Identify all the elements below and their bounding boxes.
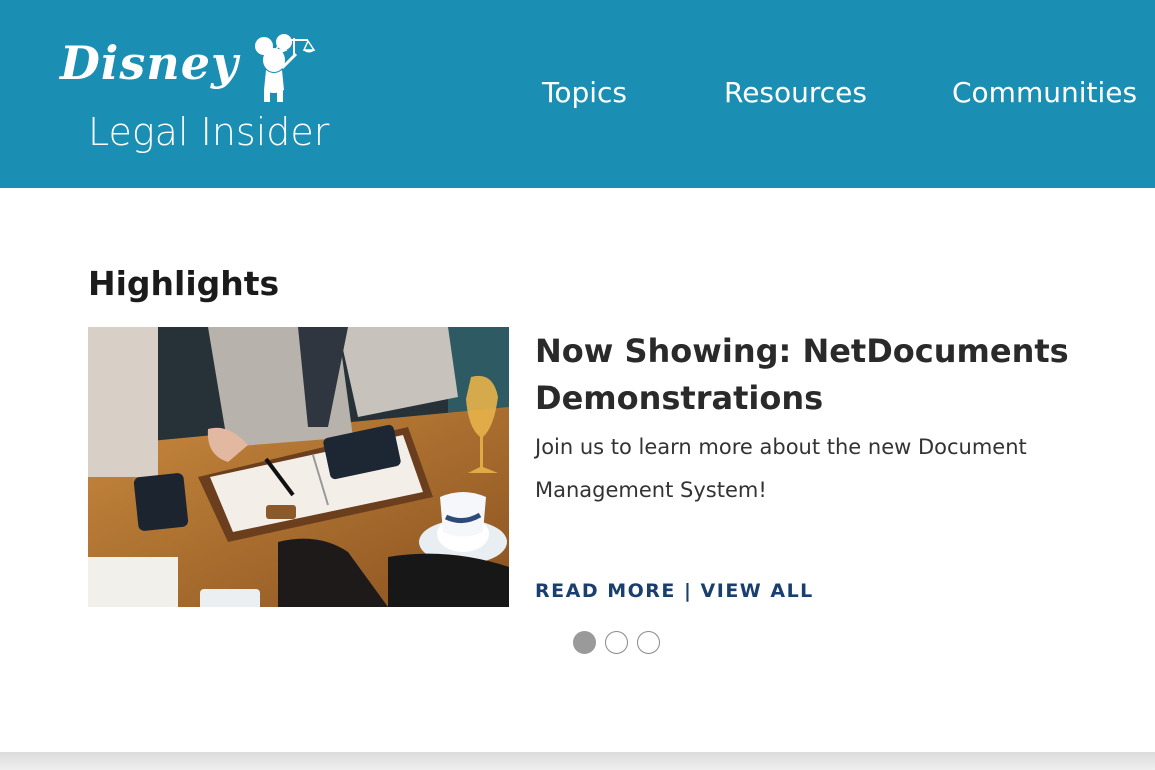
highlight-headline[interactable]: Now Showing: NetDocuments Demonstrations <box>535 328 1095 422</box>
carousel-dot-3[interactable] <box>637 631 660 654</box>
logo-disney-wordmark: Disney <box>60 36 239 90</box>
highlight-links: READ MORE | VIEW ALL <box>535 580 814 602</box>
highlight-photo-image <box>88 327 509 607</box>
highlight-photo[interactable] <box>88 327 509 607</box>
footer-divider <box>0 752 1155 770</box>
mickey-scales-icon <box>255 34 316 102</box>
site-header: Disney Legal Insider Topics Resources Co… <box>0 0 1155 188</box>
nav-communities[interactable]: Communities <box>952 76 1137 109</box>
highlight-summary: Join us to learn more about the new Docu… <box>535 435 1027 502</box>
site-logo[interactable]: Disney Legal Insider <box>60 32 329 162</box>
carousel-dots <box>573 631 660 654</box>
carousel-dot-1[interactable] <box>573 631 596 654</box>
section-title-highlights: Highlights <box>88 264 280 303</box>
logo-subtitle: Legal Insider <box>88 110 330 154</box>
read-more-link[interactable]: READ MORE <box>535 580 676 602</box>
nav-resources[interactable]: Resources <box>724 76 867 109</box>
nav-topics[interactable]: Topics <box>542 76 627 109</box>
carousel-dot-2[interactable] <box>605 631 628 654</box>
link-separator: | <box>675 580 701 602</box>
view-all-link[interactable]: VIEW ALL <box>701 580 814 602</box>
